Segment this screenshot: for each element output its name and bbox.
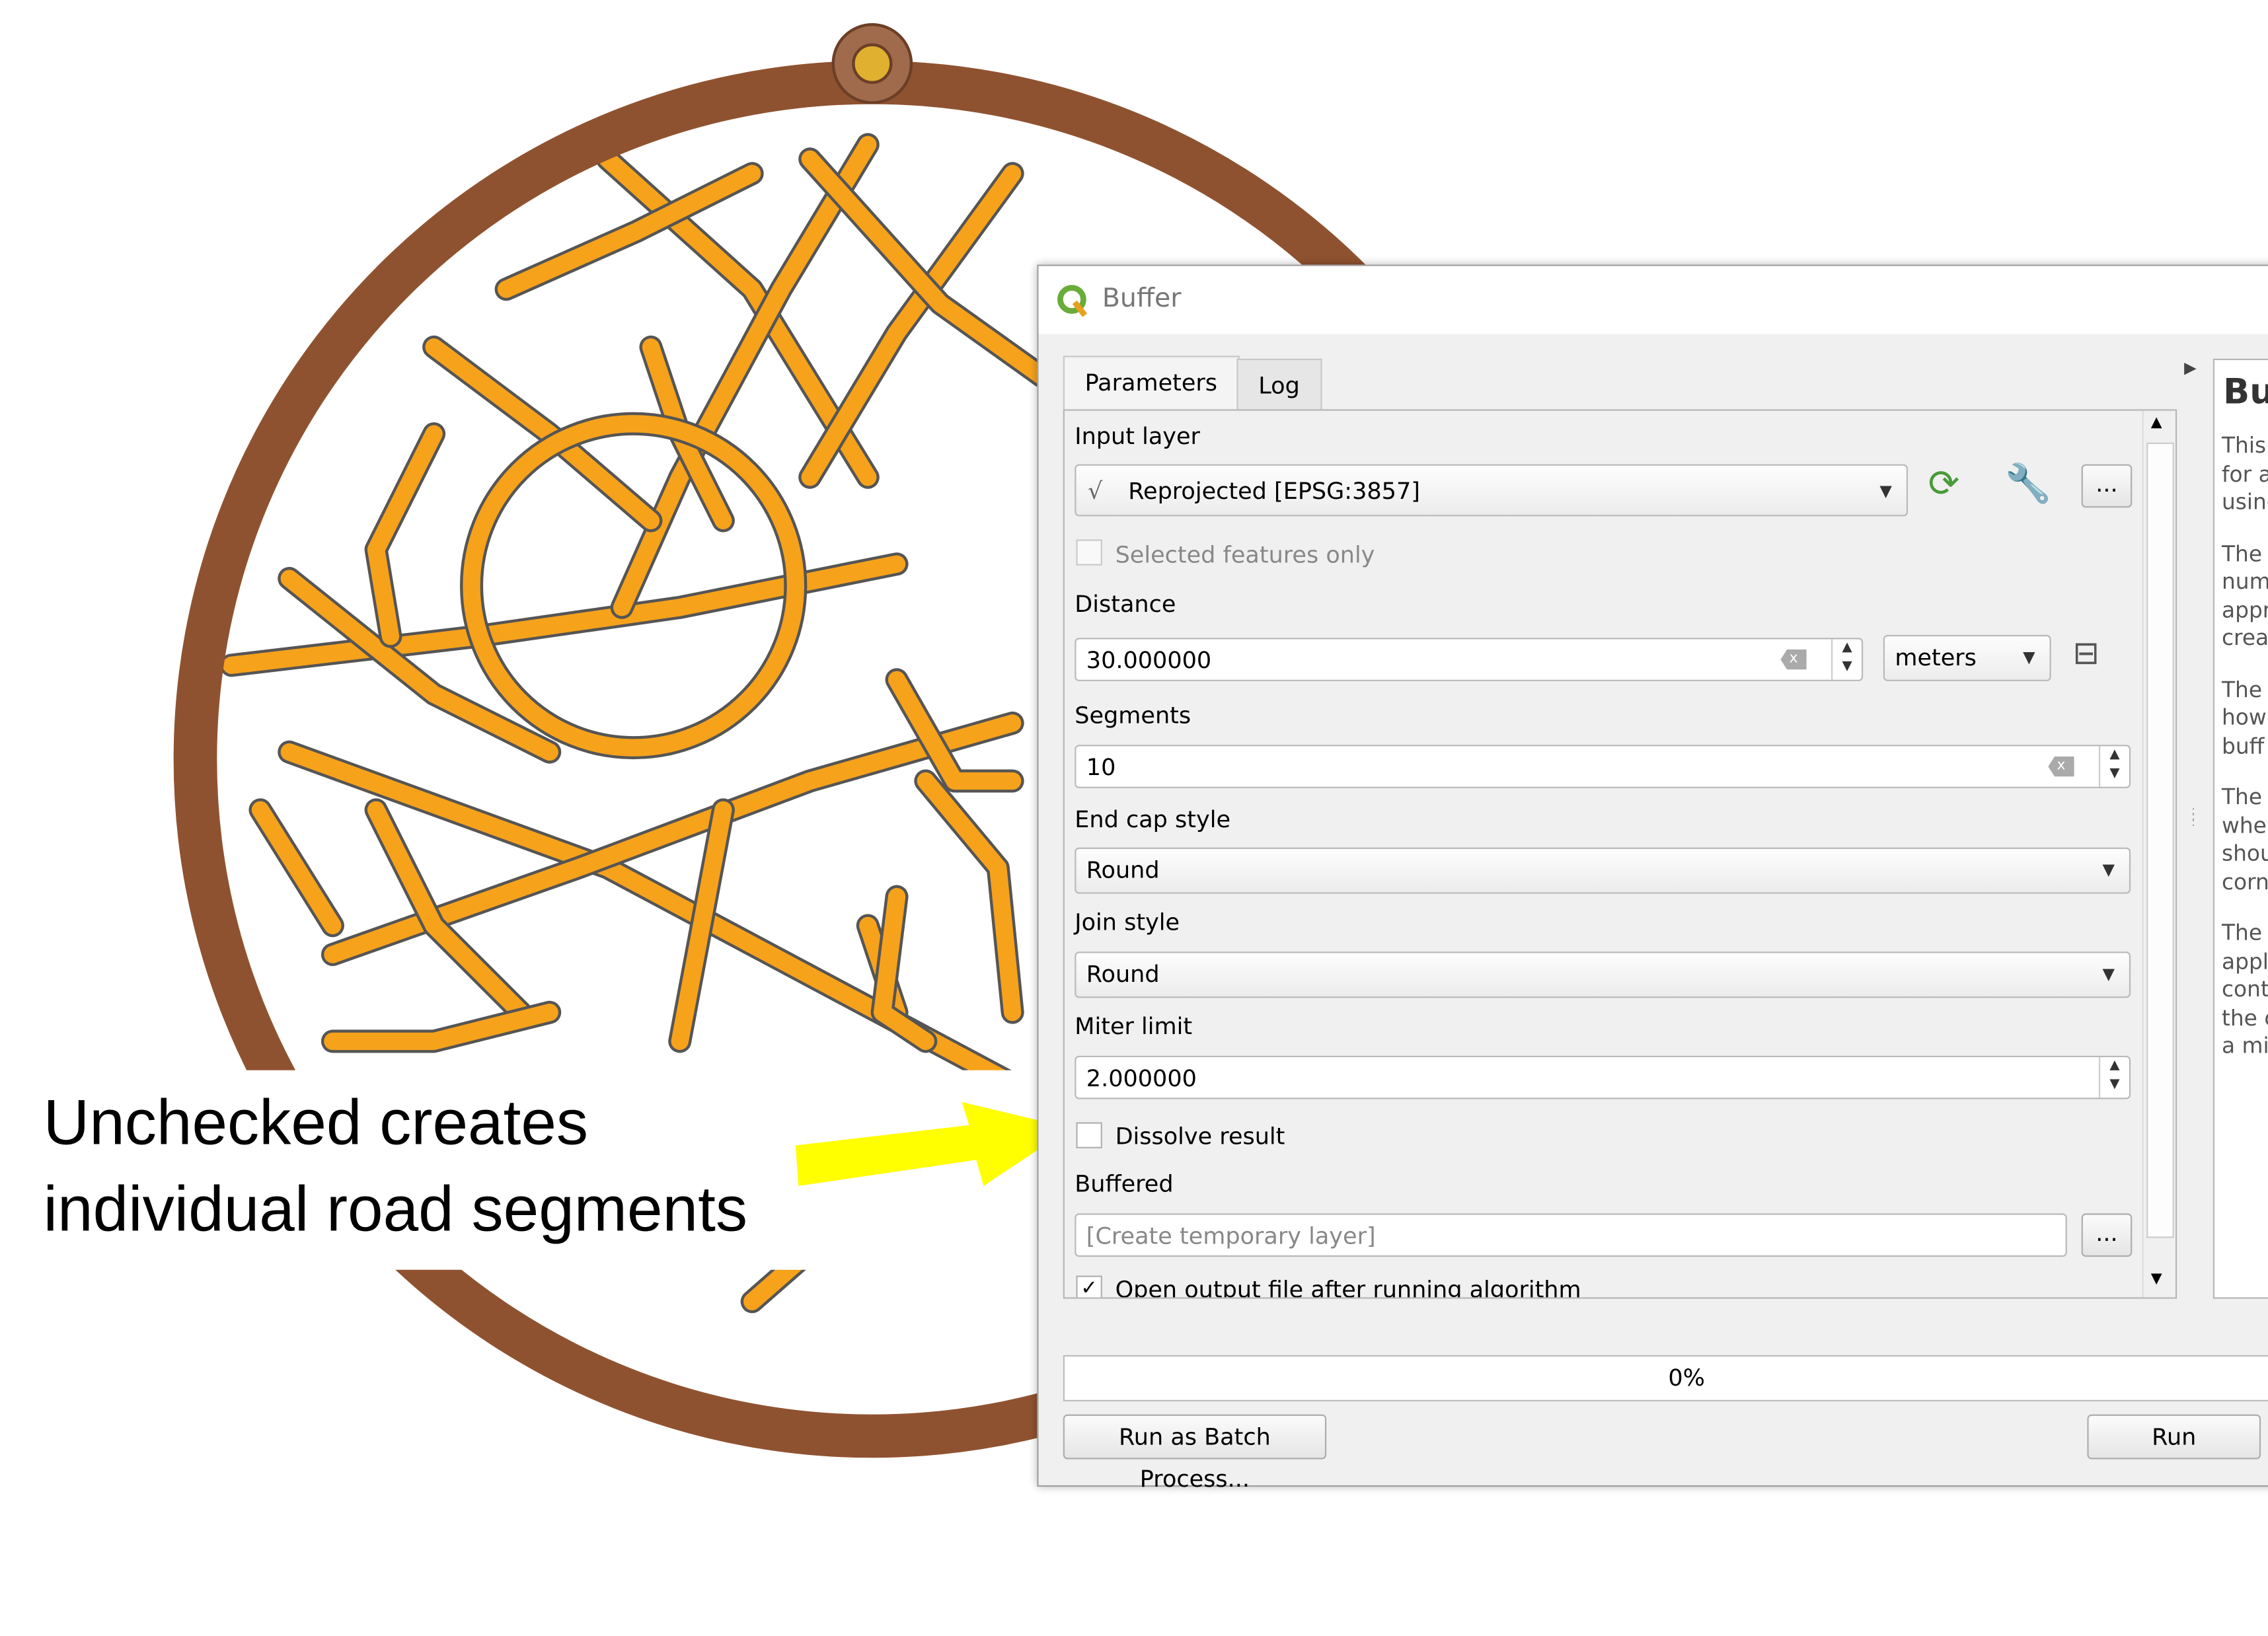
line-layer-icon: √: [1087, 477, 1103, 505]
distance-unit-combo[interactable]: meters ▼: [1883, 634, 2051, 681]
join-style-combo[interactable]: Round ▼: [1075, 951, 2131, 998]
collapse-help-arrow-icon[interactable]: ▶: [2184, 359, 2197, 377]
distance-value: 30.000000: [1086, 646, 1212, 674]
miter-limit-label: Miter limit: [1075, 1012, 1193, 1040]
end-cap-combo[interactable]: Round ▼: [1075, 847, 2131, 894]
help-line: for a: [2221, 461, 2268, 487]
segments-value: 10: [1086, 753, 1116, 781]
input-layer-label: Input layer: [1075, 422, 1200, 450]
run-batch-button[interactable]: Run as Batch Process...: [1063, 1414, 1327, 1493]
help-line: whe: [2221, 812, 2267, 838]
segments-label: Segments: [1075, 701, 1191, 729]
help-paragraph: Thenumbapprcrea: [2222, 540, 2268, 653]
help-line: the c: [2221, 1004, 2268, 1031]
join-style-label: Join style: [1075, 908, 1180, 936]
help-line: cont: [2221, 976, 2268, 1002]
data-defined-override-icon[interactable]: ⊟: [2073, 636, 2099, 673]
iterate-icon[interactable]: ⟳: [1928, 463, 1960, 506]
help-line: corn: [2221, 868, 2268, 895]
road-segment: [251, 801, 342, 934]
distance-input[interactable]: 30.000000 x ▲ ▼: [1075, 638, 1864, 681]
miter-limit-value: 2.000000: [1086, 1064, 1197, 1092]
help-line: The: [2221, 784, 2263, 810]
dissolve-result-checkbox[interactable]: [1076, 1122, 1102, 1148]
buffered-label: Buffered: [1075, 1170, 1174, 1198]
chevron-down-icon: ▼: [1879, 481, 1892, 501]
chevron-down-icon: ▼: [2102, 860, 2115, 879]
help-line: a mit: [2221, 1032, 2268, 1059]
segments-input[interactable]: 10 x ▲ ▼: [1075, 745, 2131, 788]
ring-knob-center: [852, 43, 893, 84]
clear-icon[interactable]: x: [1780, 649, 1807, 670]
end-cap-value: Round: [1086, 856, 1160, 884]
help-line: This: [2221, 432, 2267, 459]
segments-spinner[interactable]: ▲ ▼: [2098, 746, 2129, 787]
input-layer-combo[interactable]: √ Reprojected [EPSG:3857] ▼: [1075, 464, 1909, 517]
road-segment: [367, 425, 443, 646]
distance-spinner[interactable]: ▲ ▼: [1831, 639, 1862, 680]
title-bar: Buffer: [1038, 266, 2268, 334]
help-heading: Bu: [2223, 371, 2268, 412]
help-line: buff: [2221, 732, 2265, 759]
help-line: The: [2221, 676, 2263, 702]
wrench-settings-icon[interactable]: 🔧: [2005, 463, 2052, 506]
help-line: how: [2221, 704, 2267, 731]
open-output-label: Open output file after running algorithm: [1115, 1275, 1581, 1299]
buffer-dialog: Buffer ▶ Parameters Log Input layer √ Re…: [1037, 264, 2268, 1493]
miter-limit-spinner[interactable]: ▲ ▼: [2098, 1057, 2129, 1098]
distance-label: Distance: [1075, 590, 1176, 618]
help-line: The: [2221, 540, 2263, 566]
chevron-down-icon: ▼: [2023, 648, 2035, 667]
scroll-down-icon[interactable]: ▼: [2151, 1271, 2162, 1287]
help-paragraph: Thewheshoucorn: [2222, 784, 2268, 897]
miter-limit-input[interactable]: 2.000000 ▲ ▼: [1075, 1055, 2131, 1099]
buffered-browse-button[interactable]: ...: [2081, 1213, 2133, 1257]
open-output-checkbox[interactable]: ✓: [1076, 1275, 1102, 1298]
splitter-handle[interactable]: :::: [2191, 805, 2195, 828]
slide: Unchecked creates individual road segmen…: [0, 0, 2268, 1636]
progress-label: 0%: [1668, 1364, 1705, 1392]
help-line: The: [2221, 920, 2263, 946]
input-layer-value: Reprojected [EPSG:3857]: [1128, 477, 1420, 505]
selected-features-label: Selected features only: [1115, 540, 1375, 569]
annotation-line-2: individual road segments: [43, 1174, 748, 1246]
buffered-output-input[interactable]: [Create temporary layer]: [1075, 1213, 2067, 1257]
end-cap-label: End cap style: [1075, 805, 1231, 833]
run-button[interactable]: Run: [2087, 1414, 2261, 1460]
selected-features-checkbox[interactable]: [1076, 539, 1102, 566]
help-line: numb: [2221, 568, 2268, 595]
dialog-title: Buffer: [1102, 283, 1182, 314]
help-line: shou: [2221, 840, 2268, 867]
annotation-line-1: Unchecked creates: [43, 1087, 589, 1159]
join-style-value: Round: [1086, 960, 1160, 988]
help-text: Thisfor ausingThenumbapprcreaThehowbuffT…: [2214, 432, 2268, 1060]
buffered-placeholder: [Create temporary layer]: [1086, 1222, 1376, 1250]
help-line: crea: [2221, 624, 2268, 651]
chevron-down-icon: ▼: [2102, 964, 2115, 984]
help-paragraph: Thisfor ausing: [2222, 432, 2268, 517]
help-paragraph: The how buff: [2222, 676, 2268, 761]
progress-bar: 0%: [1063, 1355, 2268, 1401]
clear-icon[interactable]: x: [2048, 756, 2074, 777]
distance-unit-value: meters: [1895, 644, 1977, 671]
help-line: using: [2221, 488, 2268, 515]
qgis-logo-icon: [1057, 285, 1088, 317]
help-panel: Bu Thisfor ausingThenumbapprcreaThehowbu…: [2212, 358, 2268, 1299]
help-line: appl: [2221, 948, 2268, 975]
scrollbar-thumb[interactable]: [2146, 442, 2174, 1238]
tab-log[interactable]: Log: [1236, 358, 1322, 410]
dissolve-result-label: Dissolve result: [1115, 1122, 1285, 1150]
help-line: appr: [2221, 596, 2268, 623]
scroll-up-icon[interactable]: ▲: [2151, 415, 2162, 431]
help-paragraph: Theapplcontthe ca mit: [2222, 920, 2268, 1060]
parameters-panel: Input layer √ Reprojected [EPSG:3857] ▼ …: [1063, 409, 2177, 1299]
input-layer-browse-button[interactable]: ...: [2081, 464, 2133, 508]
tab-parameters[interactable]: Parameters: [1063, 355, 1239, 411]
road-segment: [324, 1004, 558, 1051]
parameters-scrollbar[interactable]: ▲ ▼: [2142, 410, 2175, 1298]
